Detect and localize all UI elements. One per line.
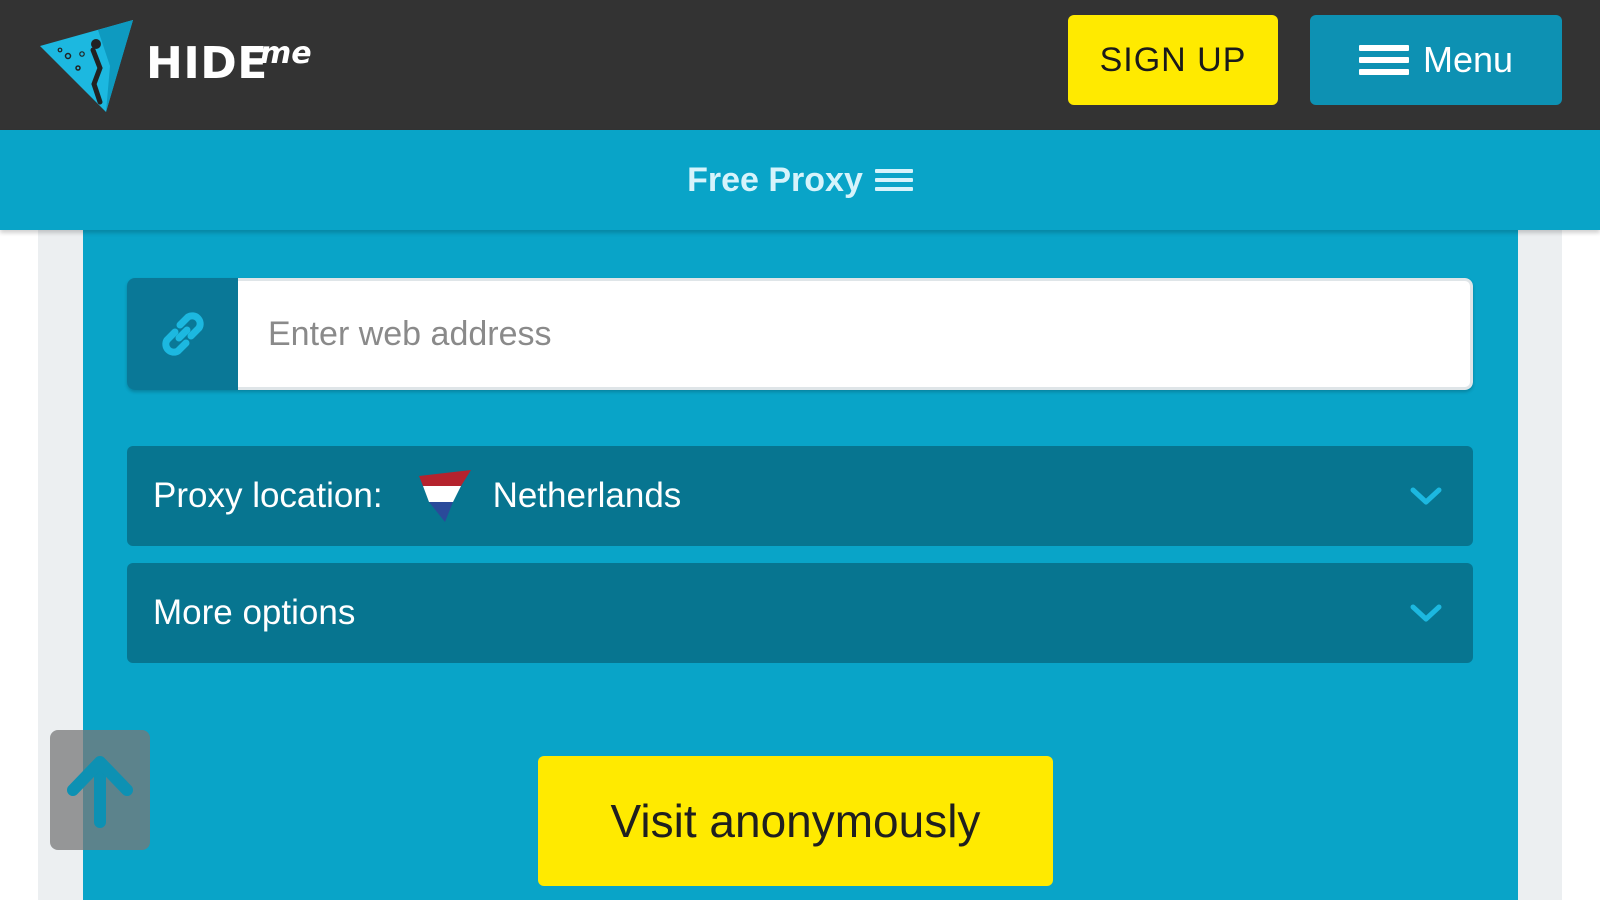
free-proxy-nav[interactable]: Free Proxy: [0, 130, 1600, 230]
top-header: HIDE me SIGN UP Menu: [0, 0, 1600, 130]
proxy-location-label: Proxy location:: [153, 476, 383, 515]
visit-anonymously-button[interactable]: Visit anonymously: [538, 756, 1053, 886]
hamburger-icon: [1358, 39, 1409, 81]
free-proxy-title: Free Proxy: [687, 160, 863, 199]
more-options-toggle[interactable]: More options: [127, 563, 1473, 663]
menu-button[interactable]: Menu: [1310, 15, 1562, 105]
hide-me-logo[interactable]: HIDE me: [38, 16, 338, 116]
back-to-top-button[interactable]: [50, 730, 150, 850]
url-input-group: [127, 278, 1473, 390]
hide-me-logo-icon: [40, 20, 133, 112]
more-options-label: More options: [153, 593, 356, 632]
logo-text: HIDE: [146, 38, 268, 89]
hamburger-icon: [874, 164, 913, 196]
page-gutter-right: [1516, 230, 1562, 900]
proxy-location-value: Netherlands: [492, 476, 682, 515]
chevron-down-icon: [1410, 487, 1442, 505]
chevron-down-icon: [1410, 604, 1442, 622]
sign-up-button[interactable]: SIGN UP: [1068, 15, 1278, 105]
link-icon: [161, 312, 204, 356]
menu-label: Menu: [1422, 39, 1514, 80]
proxy-location-select[interactable]: Proxy location: Netherlands: [127, 446, 1473, 546]
netherlands-flag-icon: [418, 470, 471, 522]
web-address-input[interactable]: [238, 278, 1473, 390]
arrow-up-icon: [67, 756, 133, 828]
link-icon-box: [127, 278, 238, 390]
logo-suffix: me: [260, 36, 312, 71]
